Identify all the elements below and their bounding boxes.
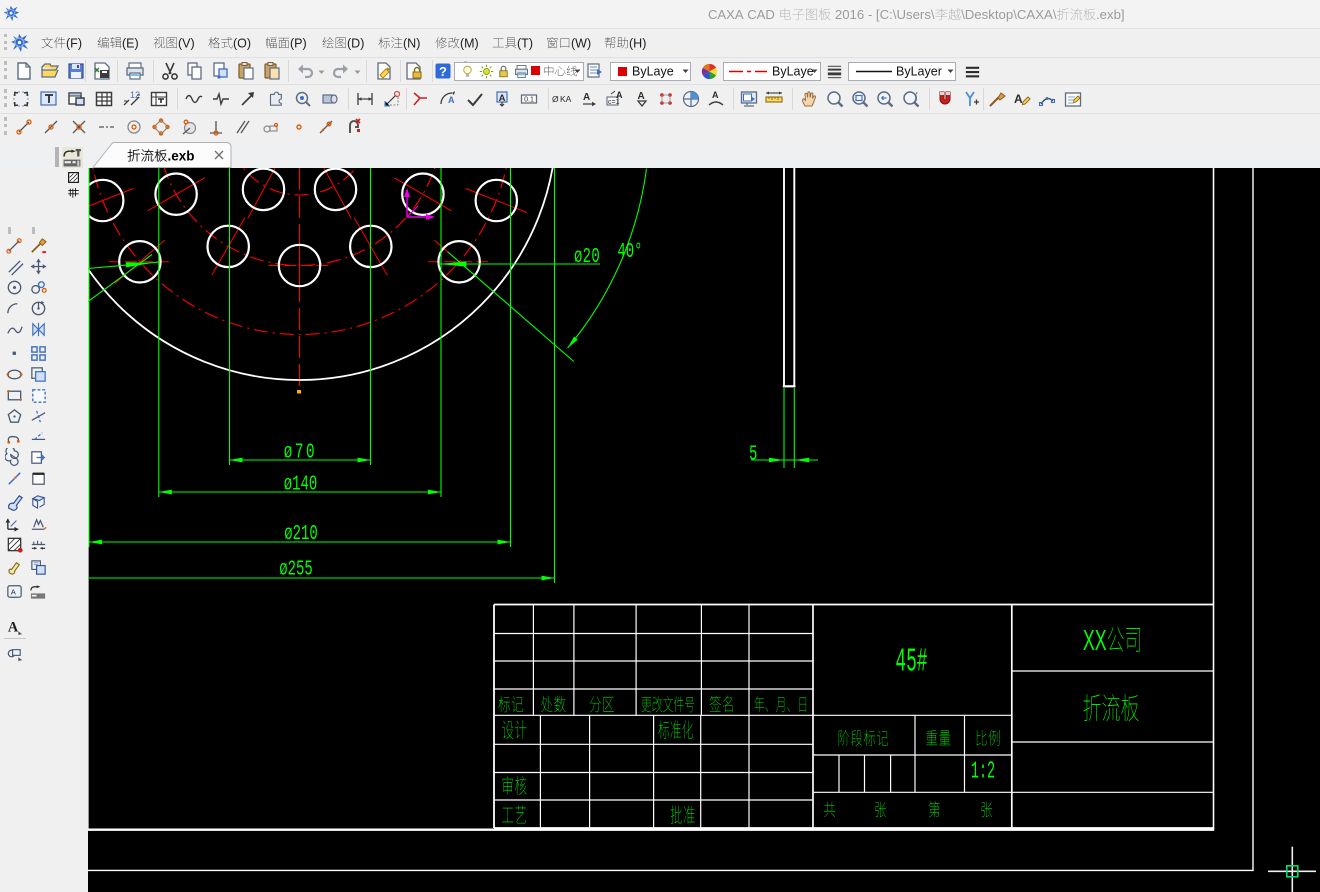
- svg-text:A: A: [583, 92, 590, 103]
- svg-text:A: A: [448, 95, 455, 105]
- svg-text:A: A: [8, 619, 19, 635]
- svg-text:ByLaye: ByLaye: [772, 64, 814, 78]
- svg-text:Ø: Ø: [552, 94, 559, 104]
- svg-text:ø210: ø210: [284, 521, 318, 546]
- svg-text:(N): (N): [403, 36, 420, 50]
- svg-text:2016 - [C:\Users\: 2016 - [C:\Users\: [831, 7, 935, 22]
- svg-text:1:2: 1:2: [971, 759, 995, 786]
- svg-text:(M): (M): [460, 36, 479, 50]
- svg-text:(H): (H): [629, 36, 646, 50]
- svg-text:(O): (O): [233, 36, 251, 50]
- svg-text:ByLaye: ByLaye: [632, 64, 674, 78]
- svg-text:(D): (D): [347, 36, 364, 50]
- svg-text:(F): (F): [66, 36, 82, 50]
- svg-text:ø70: ø70: [284, 439, 318, 464]
- svg-text:(T): (T): [517, 36, 533, 50]
- svg-text:5: 5: [749, 441, 757, 466]
- svg-text:A: A: [616, 90, 623, 100]
- svg-text:A: A: [1014, 92, 1023, 106]
- svg-text:(E): (E): [122, 36, 139, 50]
- svg-text:A: A: [637, 91, 644, 102]
- svg-text:.exb: .exb: [168, 149, 195, 164]
- svg-text:CAXA CAD: CAXA CAD: [708, 7, 778, 22]
- svg-text:.exb]: .exb]: [1096, 7, 1125, 22]
- svg-text:0.1: 0.1: [524, 97, 534, 104]
- svg-text:(V): (V): [178, 36, 195, 50]
- svg-text:ø20: ø20: [574, 244, 600, 269]
- svg-text:KA: KA: [560, 94, 571, 104]
- svg-text:ByLayer: ByLayer: [896, 64, 942, 78]
- svg-text:\Desktop\CAXA\: \Desktop\CAXA\: [961, 7, 1057, 22]
- svg-text:ø140: ø140: [284, 471, 318, 496]
- svg-text:XX: XX: [1083, 624, 1107, 657]
- svg-text:c=1: c=1: [608, 99, 620, 106]
- svg-text:A: A: [712, 90, 719, 100]
- svg-text:45#: 45#: [895, 644, 927, 681]
- svg-text:(W): (W): [571, 36, 591, 50]
- svg-text:ø255: ø255: [279, 556, 313, 581]
- svg-text:(P): (P): [290, 36, 307, 50]
- svg-text:?: ?: [439, 64, 447, 79]
